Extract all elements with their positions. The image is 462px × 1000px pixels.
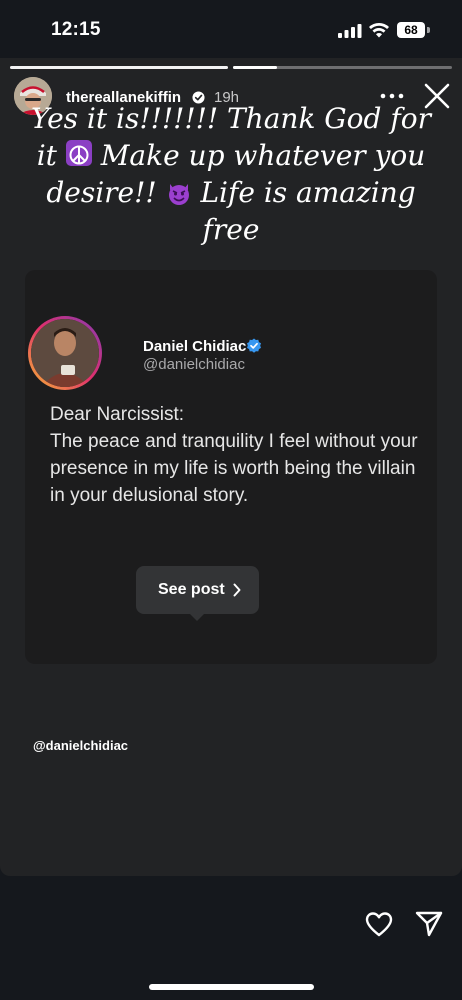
verified-badge-icon xyxy=(247,338,261,353)
story-progress-segment-2 xyxy=(233,66,452,69)
story-progress-fill xyxy=(233,66,277,69)
post-author-handle: @danielchidiac xyxy=(143,356,245,373)
peace-symbol-icon xyxy=(65,140,92,166)
battery-tip xyxy=(427,27,430,33)
battery-level: 68 xyxy=(397,22,425,38)
battery-icon: 68 xyxy=(397,22,431,38)
smiling-devil-icon xyxy=(168,184,189,205)
post-author-avatar-ring[interactable] xyxy=(28,316,102,390)
post-author-avatar xyxy=(31,319,99,387)
post-author-name[interactable]: Daniel Chidiac xyxy=(143,338,246,355)
status-bar: 12:15 68 xyxy=(0,0,462,58)
heart-icon[interactable] xyxy=(365,911,393,937)
wifi-icon xyxy=(369,23,389,38)
post-text: Dear Narcissist: The peace and tranquili… xyxy=(50,401,420,509)
post-text-body: The peace and tranquility I feel without… xyxy=(50,431,418,506)
caption-line-3b: Life is amazing xyxy=(200,176,416,209)
story-caption: Yes it is!!!!!!! Thank God for it Make u… xyxy=(30,100,432,248)
mention-sticker[interactable]: @danielchidiac xyxy=(33,738,128,753)
signal-icon xyxy=(338,24,362,38)
status-time: 12:15 xyxy=(51,19,101,40)
send-icon[interactable] xyxy=(415,910,443,937)
post-text-line-1: Dear Narcissist: xyxy=(50,404,185,425)
caption-line-3a: desire!! xyxy=(46,176,157,209)
caption-line-1: Yes it is!!!!!!! Thank God for xyxy=(31,102,431,135)
see-post-tooltip-tail xyxy=(189,613,205,621)
caption-line-2b: Make up whatever you xyxy=(100,139,426,172)
home-indicator[interactable] xyxy=(149,984,314,990)
chevron-right-icon xyxy=(233,583,241,597)
see-post-label: See post xyxy=(158,581,225,598)
see-post-button[interactable]: See post xyxy=(136,566,259,614)
story-progress-segment-1 xyxy=(10,66,228,69)
author-photo-icon xyxy=(31,319,99,387)
caption-line-2a: it xyxy=(36,139,57,172)
caption-line-4: free xyxy=(202,213,260,246)
